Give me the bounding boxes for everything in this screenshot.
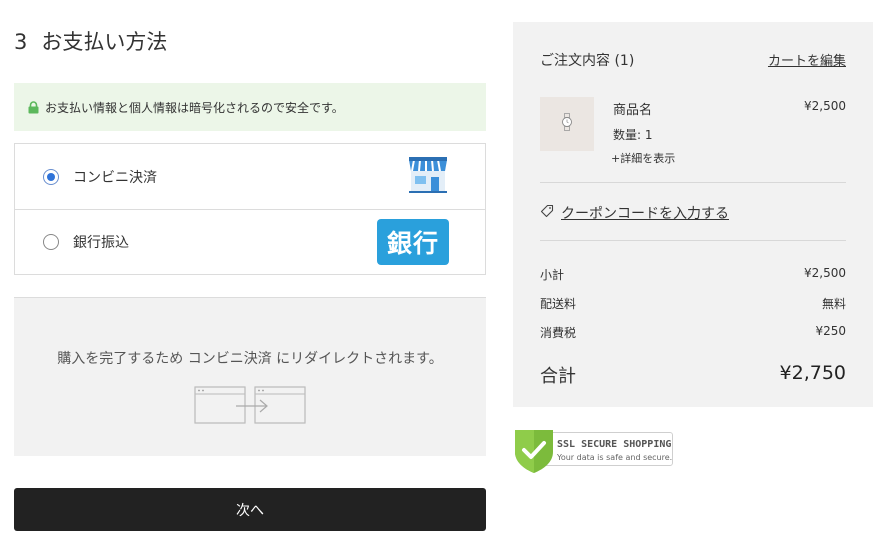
radio-convenience[interactable] [43, 168, 59, 185]
convenience-store-icon [407, 156, 449, 198]
subtotal-label: 小計 [540, 268, 565, 282]
divider [540, 182, 846, 183]
coupon-row[interactable]: クーポンコードを入力する [540, 203, 729, 223]
bank-icon: 銀行 [377, 219, 449, 265]
shield-check-icon [513, 428, 555, 478]
subtotal-value: ¥2,500 [804, 266, 846, 280]
next-button[interactable]: 次へ [14, 488, 486, 531]
order-summary: ご注文内容 (1) カートを編集 商品名 ¥2,500 数量: 1 +詳細を表示… [513, 22, 873, 407]
page-title: お支払い方法 [41, 30, 168, 54]
ssl-badge-title: SSL SECURE SHOPPING [557, 439, 672, 450]
step-number: 3 [14, 30, 28, 54]
lock-icon [28, 100, 39, 114]
coupon-link[interactable]: クーポンコードを入力する [561, 203, 729, 223]
page-heading: 3 お支払い方法 [14, 26, 167, 56]
payment-method-label: 銀行振込 [73, 235, 129, 251]
secure-notice-text: お支払い情報と個人情報は暗号化されるので安全です。 [45, 100, 344, 115]
product-name: 商品名 [613, 103, 653, 118]
divider [540, 240, 846, 241]
watch-icon [561, 113, 573, 135]
total-label: 合計 [540, 366, 576, 387]
payment-method-convenience[interactable]: コンビニ決済 [15, 144, 485, 209]
tax-label: 消費税 [540, 326, 577, 340]
product-price: ¥2,500 [804, 99, 846, 113]
order-summary-title: ご注文内容 (1) [540, 53, 635, 69]
redirect-icon [194, 386, 306, 430]
payment-method-label: コンビニ決済 [73, 169, 157, 186]
tax-value: ¥250 [815, 324, 846, 338]
product-quantity: 数量: 1 [613, 128, 653, 142]
shipping-label: 配送料 [540, 297, 577, 311]
payment-method-bank[interactable]: 銀行振込 銀行 [15, 209, 485, 274]
product-thumbnail [540, 97, 594, 151]
tag-icon [540, 204, 554, 222]
total-value: ¥2,750 [779, 362, 846, 384]
redirect-message: 購入を完了するため コンビニ決済 にリダイレクトされます。 [57, 351, 443, 367]
payment-method-list: コンビニ決済 銀行振込 銀行 [14, 143, 486, 275]
show-details-link[interactable]: +詳細を表示 [611, 150, 675, 166]
ssl-badge-subtitle: Your data is safe and secure. [557, 453, 673, 462]
redirect-panel: 購入を完了するため コンビニ決済 にリダイレクトされます。 [14, 297, 486, 456]
shipping-value: 無料 [821, 297, 846, 311]
radio-bank[interactable] [43, 234, 59, 250]
edit-cart-link[interactable]: カートを編集 [768, 50, 846, 69]
ssl-badge: SSL SECURE SHOPPING Your data is safe an… [513, 428, 675, 474]
secure-notice: お支払い情報と個人情報は暗号化されるので安全です。 [14, 83, 486, 131]
